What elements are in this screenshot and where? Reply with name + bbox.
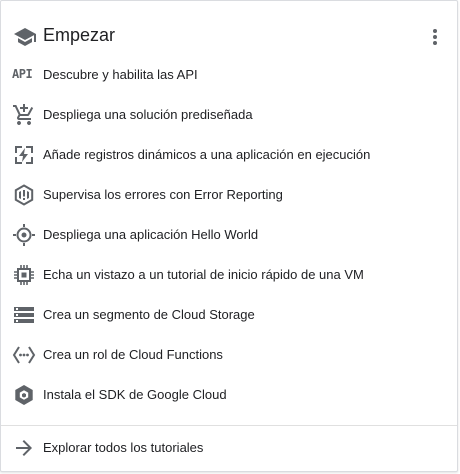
- storage-icon: [12, 303, 36, 327]
- getting-started-card: Empezar API Descubre y habilita las API …: [0, 0, 458, 472]
- divider: [1, 425, 457, 426]
- list-item[interactable]: Despliega una aplicación Hello World: [1, 215, 457, 255]
- tutorial-list: API Descubre y habilita las API Desplieg…: [1, 55, 457, 415]
- list-item[interactable]: Instala el SDK de Google Cloud: [1, 375, 457, 415]
- list-item-label: Echa un vistazo a un tutorial de inicio …: [43, 267, 364, 282]
- list-item[interactable]: Supervisa los errores con Error Reportin…: [1, 175, 457, 215]
- debugger-icon: [12, 143, 36, 167]
- list-item-label: Crea un segmento de Cloud Storage: [43, 307, 255, 322]
- list-item[interactable]: Despliega una solución prediseñada: [1, 95, 457, 135]
- list-item-label: Descubre y habilita las API: [43, 67, 198, 82]
- school-icon: [13, 25, 37, 49]
- card-title: Empezar: [43, 25, 116, 45]
- card-header: Empezar: [1, 15, 457, 55]
- footer-label: Explorar todos los tutoriales: [43, 440, 204, 455]
- functions-icon: [12, 343, 36, 367]
- cloud-sdk-icon: [12, 383, 36, 407]
- list-item-label: Instala el SDK de Google Cloud: [43, 387, 227, 402]
- list-item[interactable]: Crea un rol de Cloud Functions: [1, 335, 457, 375]
- explore-all-tutorials-link[interactable]: Explorar todos los tutoriales: [1, 433, 457, 463]
- list-item-label: Añade registros dinámicos a una aplicaci…: [43, 147, 371, 162]
- error-reporting-icon: [12, 183, 36, 207]
- chip-icon: [12, 263, 36, 287]
- list-item[interactable]: Echa un vistazo a un tutorial de inicio …: [1, 255, 457, 295]
- cart-icon: [12, 103, 36, 127]
- list-item[interactable]: API Descubre y habilita las API: [1, 55, 457, 95]
- target-icon: [12, 223, 36, 247]
- list-item-label: Supervisa los errores con Error Reportin…: [43, 187, 283, 202]
- list-item[interactable]: Crea un segmento de Cloud Storage: [1, 295, 457, 335]
- list-item-label: Despliega una aplicación Hello World: [43, 227, 259, 242]
- api-icon-text: API: [12, 67, 33, 81]
- more-vert-icon[interactable]: [425, 25, 445, 49]
- list-item-label: Despliega una solución prediseñada: [43, 107, 253, 122]
- api-icon: API: [12, 63, 36, 87]
- list-item[interactable]: Añade registros dinámicos a una aplicaci…: [1, 135, 457, 175]
- list-item-label: Crea un rol de Cloud Functions: [43, 347, 223, 362]
- arrow-right-icon: [12, 436, 36, 460]
